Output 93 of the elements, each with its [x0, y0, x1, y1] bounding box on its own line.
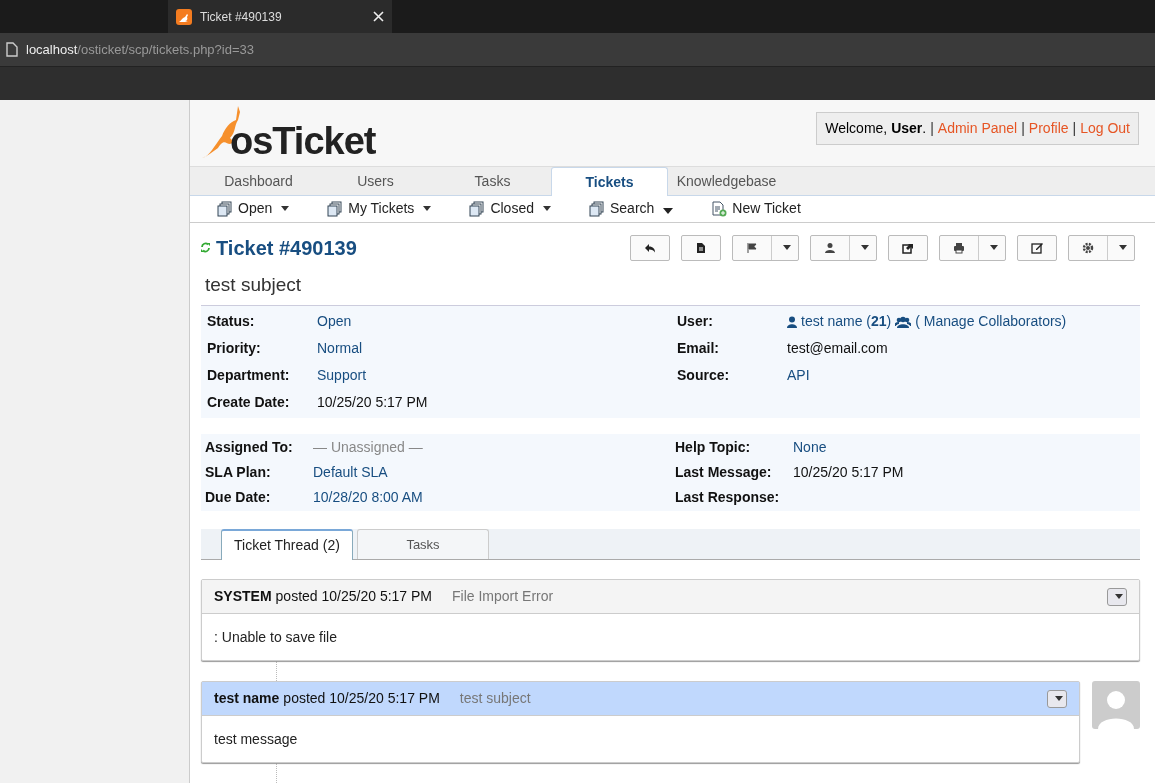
entry-author: test name	[214, 689, 280, 708]
field-value: 10/25/20 5:17 PM	[793, 463, 904, 482]
caret-icon	[861, 245, 869, 250]
new-document-icon	[711, 200, 728, 217]
logo[interactable]: osTicket	[200, 100, 376, 166]
action-button[interactable]	[732, 234, 799, 261]
entry-title: test subject	[459, 689, 531, 708]
field-value: 10/25/20 5:17 PM	[317, 393, 428, 412]
share-icon	[902, 241, 914, 254]
user-icon	[787, 315, 797, 328]
entry-body: test message	[213, 729, 299, 749]
entry-body: : Unable to save file	[213, 627, 338, 647]
action-button[interactable]	[1068, 234, 1135, 261]
flag-icon	[746, 241, 758, 254]
caret-icon	[1115, 594, 1123, 599]
tab-title: Ticket #490139	[200, 8, 283, 26]
action-button[interactable]	[939, 234, 1006, 261]
user-icon	[824, 241, 836, 254]
edit-icon	[1031, 241, 1043, 254]
close-icon[interactable]	[373, 11, 384, 22]
caret-icon	[663, 207, 674, 214]
field-value: test@email.com	[787, 339, 888, 358]
sub-nav-item[interactable]: My Tickets	[327, 198, 432, 220]
field-label: Create Date:	[207, 393, 291, 412]
action-button[interactable]	[681, 234, 721, 261]
sub-nav-item[interactable]: New Ticket	[711, 198, 801, 220]
entry-title: File Import Error	[452, 587, 554, 606]
collaborators-link[interactable]: ( Manage Collaborators)	[915, 311, 1067, 332]
field-label: Priority:	[207, 339, 262, 358]
field-label: Help Topic:	[675, 438, 752, 457]
nav-tab[interactable]: Knowledgebase	[668, 167, 785, 195]
field-value-link[interactable]: 10/28/20 8:00 AM	[313, 487, 423, 508]
welcome-text: Welcome, User.	[825, 119, 927, 138]
sub-nav-item[interactable]: Search	[588, 198, 674, 220]
field-label: SLA Plan:	[205, 463, 272, 482]
caret-icon	[1119, 245, 1127, 250]
field-value-link[interactable]: None	[793, 437, 827, 458]
action-button[interactable]	[630, 234, 670, 261]
users-icon	[895, 315, 912, 328]
field-label: Assigned To:	[205, 438, 294, 457]
print-icon	[953, 241, 965, 254]
user-link[interactable]: test name (21)	[801, 311, 892, 332]
caret-icon	[1055, 696, 1063, 701]
dropdown-button[interactable]	[1107, 587, 1127, 606]
entry-date: posted 10/25/20 5:17 PM	[275, 587, 433, 606]
nav-tab[interactable]: Dashboard	[200, 167, 317, 195]
copy-icon	[217, 200, 233, 217]
field-label: Source:	[677, 366, 731, 385]
separator: |	[930, 119, 934, 138]
copy-icon	[469, 200, 486, 217]
ticket-title: Ticket #490139	[216, 235, 357, 261]
dropdown-button[interactable]	[1047, 689, 1067, 708]
nav-tab[interactable]: Tickets	[551, 167, 668, 196]
field-value-link[interactable]: Support	[317, 365, 367, 386]
document-icon	[695, 241, 707, 254]
field-value-link[interactable]: Default SLA	[313, 462, 388, 483]
sub-nav-item[interactable]: Open	[217, 198, 290, 220]
field-label: Due Date:	[205, 488, 272, 507]
nav-tab[interactable]: Tasks	[434, 167, 551, 195]
thread-tab[interactable]: Ticket Thread (2)	[221, 529, 353, 560]
caret-icon	[542, 206, 551, 212]
field-value: — Unassigned —	[313, 438, 423, 457]
settings-icon	[1082, 241, 1094, 254]
caret-icon	[990, 245, 998, 250]
field-value-link[interactable]: API	[787, 365, 810, 386]
thread-tab[interactable]: Tasks	[357, 529, 489, 559]
avatar-icon	[1092, 681, 1140, 729]
nav-tab[interactable]: Users	[317, 167, 434, 195]
separator: |	[1072, 119, 1077, 138]
entry-author: SYSTEM	[214, 587, 272, 606]
caret-icon	[281, 206, 290, 212]
field-label: Last Response:	[675, 488, 781, 507]
separator: |	[1021, 119, 1025, 138]
refresh-icon[interactable]	[200, 242, 211, 253]
field-value-link[interactable]: Open	[317, 311, 352, 332]
field-label: Department:	[207, 366, 291, 385]
field-label: Email:	[677, 339, 720, 358]
caret-icon	[783, 245, 791, 250]
ticket-subject: test subject	[204, 272, 303, 297]
field-label: User:	[677, 312, 714, 331]
action-button[interactable]	[810, 234, 877, 261]
copy-icon	[327, 200, 344, 217]
copy-icon	[588, 200, 605, 217]
action-button[interactable]	[888, 234, 928, 261]
field-label: Last Message:	[675, 463, 773, 482]
field-value-link[interactable]: Normal	[317, 338, 363, 359]
field-label: Status:	[207, 312, 256, 331]
browser-tab[interactable]: Ticket #490139	[168, 0, 392, 33]
address-field[interactable]: localhost/osticket/scp/tickets.php?id=33	[26, 39, 254, 60]
sub-nav-item[interactable]: Closed	[469, 198, 551, 220]
caret-icon	[423, 206, 432, 212]
document-icon	[6, 42, 18, 57]
entry-date: posted 10/25/20 5:17 PM	[283, 689, 440, 708]
